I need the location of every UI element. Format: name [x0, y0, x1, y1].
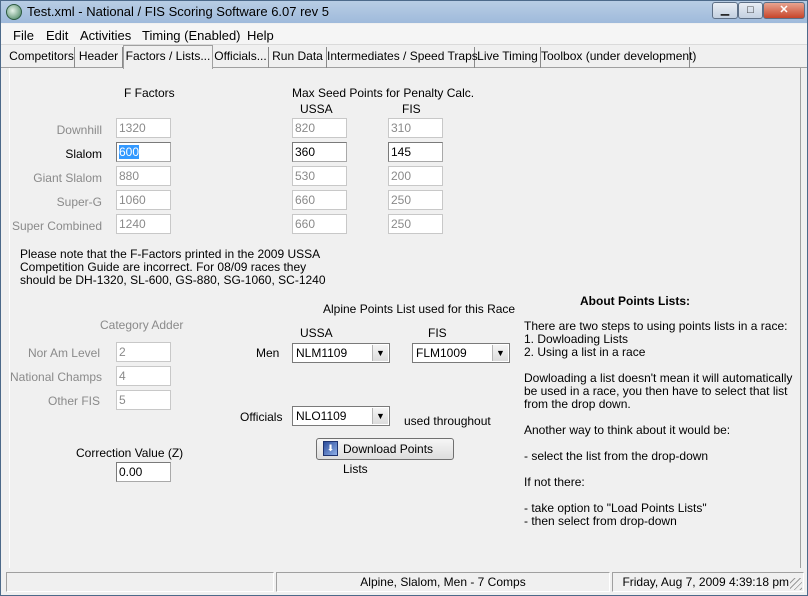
- giant-slalom-fis-seed-field[interactable]: 200: [388, 166, 443, 186]
- about-line: 2. Using a list in a race: [524, 345, 646, 359]
- app-icon[interactable]: [6, 4, 22, 20]
- men-fis-list-value: FLM1009: [416, 346, 467, 360]
- chevron-down-icon[interactable]: ▼: [372, 408, 388, 424]
- national-champs-label: National Champs: [10, 370, 103, 384]
- men-ussa-list-value: NLM1109: [296, 346, 348, 360]
- tab-run-data[interactable]: Run Data: [269, 47, 327, 68]
- tab-officials[interactable]: Officials...: [213, 47, 269, 68]
- menu-help[interactable]: Help: [247, 28, 274, 43]
- max-seed-ussa-header: USSA: [300, 102, 333, 116]
- slalom-fis-seed-field[interactable]: 145: [388, 142, 443, 162]
- category-adder-heading: Category Adder: [100, 318, 184, 332]
- about-line: be used in a race, you then have to sele…: [524, 384, 788, 398]
- about-line: If not there:: [524, 475, 585, 489]
- slalom-ussa-seed-field[interactable]: 360: [292, 142, 347, 162]
- officials-list-value: NLO1109: [296, 409, 347, 423]
- nor-am-level-label: Nor Am Level: [27, 346, 100, 360]
- status-bar: Alpine, Slalom, Men - 7 Comps Friday, Au…: [6, 572, 804, 592]
- national-champs-field[interactable]: 4: [116, 366, 171, 386]
- window-title: Test.xml - National / FIS Scoring Softwa…: [27, 4, 330, 19]
- slalom-label: Slalom: [65, 147, 102, 161]
- download-points-lists-button[interactable]: ⬇ Download Points Lists: [316, 438, 454, 476]
- points-list-fis-header: FIS: [428, 326, 447, 340]
- downhill-ussa-seed-field[interactable]: 820: [292, 118, 347, 138]
- status-panel-race: Alpine, Slalom, Men - 7 Comps: [276, 572, 610, 592]
- maximize-button[interactable]: □: [738, 2, 763, 19]
- minimize-button[interactable]: ▁: [712, 2, 738, 19]
- f-factors-heading: F Factors: [124, 86, 175, 100]
- super-combined-label: Super Combined: [11, 219, 102, 233]
- close-button[interactable]: ✕: [763, 2, 805, 19]
- giant-slalom-ussa-seed-field[interactable]: 530: [292, 166, 347, 186]
- points-list-heading: Alpine Points List used for this Race: [323, 302, 516, 316]
- downhill-ffactor-field[interactable]: 1320: [116, 118, 171, 138]
- tab-live-timing[interactable]: Live Timing: [475, 47, 541, 68]
- status-panel-left: [6, 572, 274, 592]
- factors-lists-panel: F Factors Downhill 1320 Slalom 600 Giant…: [9, 68, 801, 568]
- giant-slalom-label: Giant Slalom: [33, 171, 102, 185]
- menu-edit[interactable]: Edit: [46, 28, 68, 43]
- app-window: Test.xml - National / FIS Scoring Softwa…: [0, 0, 808, 596]
- tab-strip: Competitors Header Factors / Lists... Of…: [1, 45, 807, 69]
- max-seed-heading: Max Seed Points for Penalty Calc.: [292, 86, 475, 100]
- men-fis-list-dropdown[interactable]: FLM1009 ▼: [412, 343, 510, 363]
- slalom-ffactor-value: 600: [119, 145, 140, 159]
- max-seed-fis-header: FIS: [402, 102, 421, 116]
- used-throughout-label: used throughout: [404, 414, 491, 428]
- tab-competitors[interactable]: Competitors: [9, 47, 75, 68]
- points-list-ussa-header: USSA: [300, 326, 333, 340]
- super-combined-ffactor-field[interactable]: 1240: [116, 214, 171, 234]
- super-g-ffactor-field[interactable]: 1060: [116, 190, 171, 210]
- ffactor-note-line2: Competition Guide are incorrect. For 08/…: [20, 260, 307, 274]
- super-g-fis-seed-field[interactable]: 250: [388, 190, 443, 210]
- men-label: Men: [256, 346, 280, 360]
- tab-toolbox[interactable]: Toolbox (under development): [541, 47, 696, 68]
- officials-list-dropdown[interactable]: NLO1109 ▼: [292, 406, 390, 426]
- about-line: There are two steps to using points list…: [524, 319, 788, 333]
- about-points-lists-heading: About Points Lists:: [580, 294, 690, 308]
- menu-timing[interactable]: Timing (Enabled): [142, 28, 241, 43]
- status-panel-datetime: Friday, Aug 7, 2009 4:39:18 pm: [612, 572, 804, 592]
- download-points-lists-label: Download Points Lists: [343, 442, 434, 476]
- chevron-down-icon[interactable]: ▼: [372, 345, 388, 361]
- download-icon: ⬇: [323, 441, 338, 456]
- menu-file[interactable]: File: [13, 28, 34, 43]
- about-line: from the drop down.: [524, 397, 631, 411]
- super-combined-fis-seed-field[interactable]: 250: [388, 214, 443, 234]
- other-fis-label: Other FIS: [47, 394, 100, 408]
- about-line: - select the list from the drop-down: [524, 449, 709, 463]
- ffactor-note-line1: Please note that the F-Factors printed i…: [20, 247, 321, 261]
- about-line: 1. Dowloading Lists: [524, 332, 629, 346]
- about-line: - take option to "Load Points Lists": [524, 501, 707, 515]
- title-bar[interactable]: Test.xml - National / FIS Scoring Softwa…: [1, 1, 807, 23]
- officials-label: Officials: [240, 410, 283, 424]
- about-line: Another way to think about it would be:: [524, 423, 731, 437]
- nor-am-level-field[interactable]: 2: [116, 342, 171, 362]
- super-g-ussa-seed-field[interactable]: 660: [292, 190, 347, 210]
- giant-slalom-ffactor-field[interactable]: 880: [116, 166, 171, 186]
- chevron-down-icon[interactable]: ▼: [492, 345, 508, 361]
- men-ussa-list-dropdown[interactable]: NLM1109 ▼: [292, 343, 390, 363]
- other-fis-field[interactable]: 5: [116, 390, 171, 410]
- slalom-ffactor-field[interactable]: 600: [116, 142, 171, 162]
- menu-activities[interactable]: Activities: [80, 28, 131, 43]
- about-line: Dowloading a list doesn't mean it will a…: [524, 371, 793, 385]
- correction-value-field[interactable]: 0.00: [116, 462, 171, 482]
- resize-grip[interactable]: [790, 578, 802, 590]
- tab-factors-lists[interactable]: Factors / Lists...: [123, 45, 213, 69]
- super-g-label: Super-G: [56, 195, 102, 209]
- correction-value-label: Correction Value (Z): [76, 446, 184, 460]
- tab-intermediates-speed-traps[interactable]: Intermediates / Speed Traps: [327, 47, 478, 68]
- menu-bar: File Edit Activities Timing (Enabled) He…: [1, 24, 807, 45]
- ffactor-note-line3: should be DH-1320, SL-600, GS-880, SG-10…: [20, 273, 326, 287]
- about-line: - then select from drop-down: [524, 514, 677, 528]
- downhill-fis-seed-field[interactable]: 310: [388, 118, 443, 138]
- super-combined-ussa-seed-field[interactable]: 660: [292, 214, 347, 234]
- tab-header[interactable]: Header: [75, 47, 123, 68]
- downhill-label: Downhill: [56, 123, 102, 137]
